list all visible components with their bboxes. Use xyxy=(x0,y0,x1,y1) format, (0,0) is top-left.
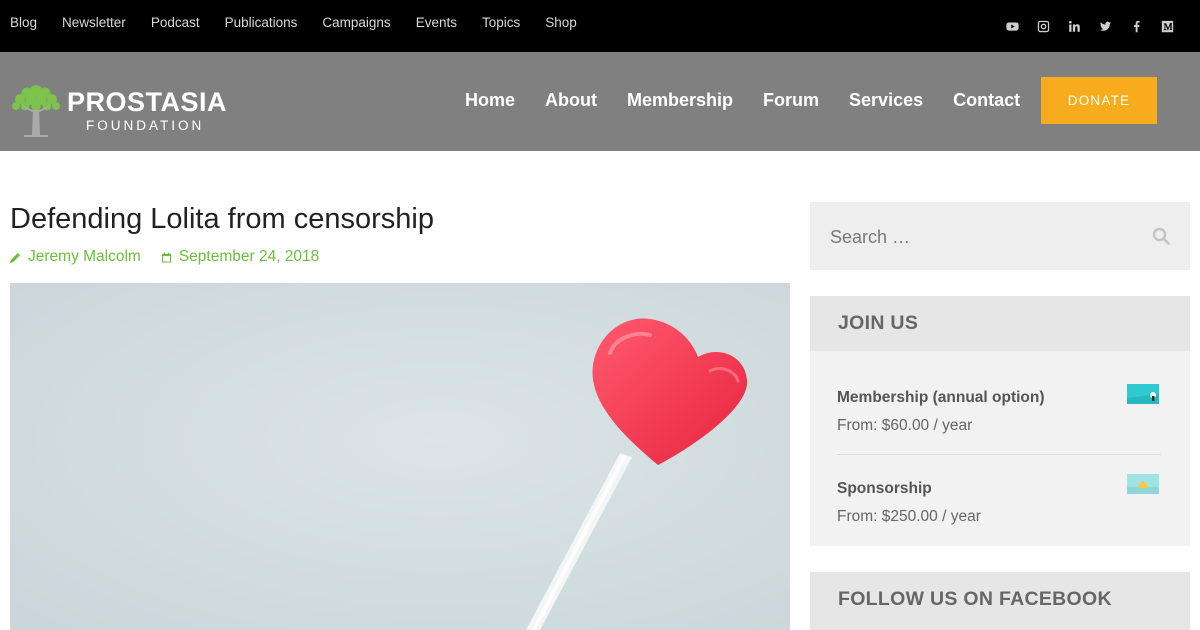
top-nav-campaigns[interactable]: Campaigns xyxy=(322,14,390,32)
author-meta[interactable]: Jeremy Malcolm xyxy=(10,248,141,266)
product-price: From: $60.00 / year xyxy=(837,417,973,434)
product-thumbnail[interactable] xyxy=(1127,474,1159,494)
twitter-icon[interactable] xyxy=(1098,19,1112,33)
youtube-icon[interactable] xyxy=(1005,19,1019,33)
nav-forum[interactable]: Forum xyxy=(763,89,819,111)
tree-logo-icon xyxy=(12,85,60,137)
calendar-icon xyxy=(161,251,171,263)
medium-icon[interactable] xyxy=(1160,19,1174,33)
divider xyxy=(837,454,1161,455)
author-name[interactable]: Jeremy Malcolm xyxy=(28,248,141,266)
top-nav-publications[interactable]: Publications xyxy=(225,14,298,32)
top-nav-blog[interactable]: Blog xyxy=(10,14,37,32)
facebook-widget-title: FOLLOW US ON FACEBOOK xyxy=(838,588,1112,610)
lollipop-image xyxy=(10,283,790,630)
top-nav-topics[interactable]: Topics xyxy=(482,14,520,32)
top-nav-shop[interactable]: Shop xyxy=(545,14,577,32)
facebook-widget-header: FOLLOW US ON FACEBOOK xyxy=(810,572,1190,630)
article-meta: Jeremy Malcolm September 24, 2018 xyxy=(10,248,339,266)
top-nav-newsletter[interactable]: Newsletter xyxy=(62,14,126,32)
main-header: PROSTASIA FOUNDATION Home About Membersh… xyxy=(0,52,1200,151)
join-us-header: JOIN US xyxy=(810,296,1190,351)
nav-home[interactable]: Home xyxy=(465,89,515,111)
site-logo[interactable]: PROSTASIA FOUNDATION xyxy=(10,80,250,142)
search-input[interactable] xyxy=(830,224,1130,250)
search-icon[interactable] xyxy=(1152,227,1170,245)
social-links xyxy=(988,19,1174,33)
product-thumbnail[interactable] xyxy=(1127,384,1159,404)
donate-button[interactable]: DONATE xyxy=(1041,77,1157,124)
list-item[interactable]: Membership (annual option) From: $60.00 … xyxy=(837,384,1161,436)
search-widget xyxy=(810,202,1190,270)
nav-about[interactable]: About xyxy=(545,89,597,111)
pencil-icon xyxy=(10,252,21,263)
top-nav: Blog Newsletter Podcast Publications Cam… xyxy=(10,14,602,32)
logo-name: PROSTASIA xyxy=(67,87,228,117)
product-list: Membership (annual option) From: $60.00 … xyxy=(810,351,1190,546)
top-nav-podcast[interactable]: Podcast xyxy=(151,14,200,32)
post-date[interactable]: September 24, 2018 xyxy=(179,248,319,266)
featured-image xyxy=(10,283,790,630)
instagram-icon[interactable] xyxy=(1036,19,1050,33)
logo-subtitle: FOUNDATION xyxy=(86,118,205,133)
product-name[interactable]: Membership (annual option) xyxy=(837,388,1161,408)
nav-contact[interactable]: Contact xyxy=(953,89,1020,111)
facebook-icon[interactable] xyxy=(1129,19,1143,33)
product-price: From: $250.00 / year xyxy=(837,508,981,525)
linkedin-icon[interactable] xyxy=(1067,19,1081,33)
top-bar: Blog Newsletter Podcast Publications Cam… xyxy=(0,0,1200,52)
product-name[interactable]: Sponsorship xyxy=(837,479,1161,499)
nav-services[interactable]: Services xyxy=(849,89,923,111)
top-nav-events[interactable]: Events xyxy=(416,14,457,32)
date-meta[interactable]: September 24, 2018 xyxy=(161,248,319,266)
join-us-title: JOIN US xyxy=(838,312,919,334)
main-nav: Home About Membership Forum Services Con… xyxy=(465,89,1050,111)
article-title: Defending Lolita from censorship xyxy=(10,203,434,235)
list-item[interactable]: Sponsorship From: $250.00 / year xyxy=(837,474,1161,527)
nav-membership[interactable]: Membership xyxy=(627,89,733,111)
